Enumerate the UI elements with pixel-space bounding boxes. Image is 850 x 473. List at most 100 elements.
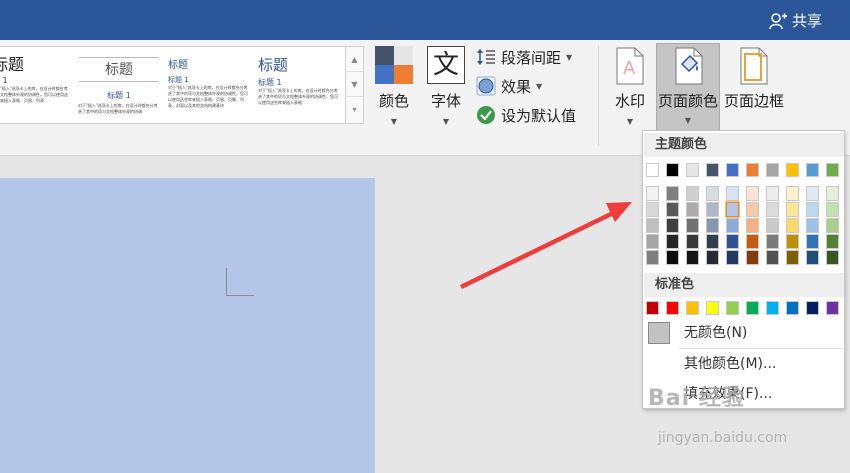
no-color-item[interactable]: 无颜色(N): [644, 319, 844, 347]
theme-tint-swatch[interactable]: [726, 202, 739, 217]
chevron-down-icon: ▼: [390, 117, 398, 126]
theme-tint-swatch[interactable]: [786, 250, 799, 265]
theme-tint-swatch[interactable]: [706, 218, 719, 233]
theme-tint-swatch[interactable]: [766, 218, 779, 233]
standard-color-swatch[interactable]: [726, 301, 739, 315]
theme-tint-swatch[interactable]: [666, 250, 679, 265]
theme-tint-swatch[interactable]: [646, 186, 659, 201]
standard-color-swatch[interactable]: [646, 301, 659, 315]
theme-tint-swatch[interactable]: [706, 186, 719, 201]
theme-tint-swatch[interactable]: [826, 234, 839, 249]
gallery-up-icon[interactable]: ▲: [346, 47, 363, 72]
theme-tint-swatch[interactable]: [746, 186, 759, 201]
theme-tint-swatch[interactable]: [666, 218, 679, 233]
style-thumb-3[interactable]: 标题 标题 1 对于"插入"选项卡上的库，在设计时都充分考虑了其中的项与文档整体…: [168, 51, 248, 121]
theme-tint-swatch[interactable]: [646, 202, 659, 217]
theme-color-swatch[interactable]: [706, 163, 719, 177]
theme-tint-swatch[interactable]: [726, 234, 739, 249]
theme-tint-swatch[interactable]: [686, 186, 699, 201]
theme-tint-swatch[interactable]: [786, 186, 799, 201]
theme-color-swatch[interactable]: [806, 163, 819, 177]
more-colors-item[interactable]: 其他颜色(M)...: [644, 350, 844, 378]
standard-color-swatch[interactable]: [706, 301, 719, 315]
theme-tint-swatch[interactable]: [806, 202, 819, 217]
standard-color-swatch[interactable]: [786, 301, 799, 315]
theme-tint-swatch[interactable]: [666, 186, 679, 201]
theme-color-swatch[interactable]: [726, 163, 739, 177]
thumb-title: 标题: [0, 55, 25, 74]
theme-color-swatch[interactable]: [826, 163, 839, 177]
thumb-body: 对于"插入"选项卡上的库，在设计时都充分考虑了其中的项与文档整体外观的协调性。您…: [168, 85, 248, 108]
theme-tint-swatch[interactable]: [806, 218, 819, 233]
document-page[interactable]: [0, 178, 375, 473]
theme-tint-swatch[interactable]: [766, 250, 779, 265]
style-thumb-2[interactable]: 标题 标题 1 对于"插入"选项卡上的库，在设计时都充分考虑了其中的项与文档整体…: [78, 51, 160, 121]
theme-tint-swatch[interactable]: [706, 250, 719, 265]
theme-tint-swatch[interactable]: [786, 202, 799, 217]
theme-tint-swatch[interactable]: [746, 202, 759, 217]
theme-tint-swatch[interactable]: [806, 250, 819, 265]
standard-color-swatch[interactable]: [746, 301, 759, 315]
theme-tint-swatch[interactable]: [646, 234, 659, 249]
theme-tint-swatch[interactable]: [686, 234, 699, 249]
theme-color-swatch[interactable]: [746, 163, 759, 177]
theme-tint-swatch[interactable]: [726, 186, 739, 201]
colors-button[interactable]: 颜色 ▼: [372, 46, 416, 126]
theme-tint-swatch[interactable]: [726, 218, 739, 233]
theme-tint-swatch[interactable]: [766, 234, 779, 249]
theme-tint-swatch[interactable]: [806, 186, 819, 201]
theme-tint-swatch[interactable]: [826, 218, 839, 233]
checkmark-icon: [477, 106, 495, 124]
theme-tint-swatch[interactable]: [826, 186, 839, 201]
theme-tint-swatch[interactable]: [726, 250, 739, 265]
theme-tint-swatch[interactable]: [786, 234, 799, 249]
page-borders-button[interactable]: 页面边框: [722, 46, 786, 111]
theme-tint-swatch[interactable]: [666, 234, 679, 249]
theme-tint-swatch[interactable]: [826, 202, 839, 217]
standard-color-swatch[interactable]: [806, 301, 819, 315]
page-color-button[interactable]: 页面颜色 ▼: [656, 43, 720, 131]
standard-color-swatch[interactable]: [666, 301, 679, 315]
style-set-gallery[interactable]: 标题 题 1 对于"插入"选项卡上的库，在设计时都应考虑与文档整体外观的协调性。…: [0, 46, 364, 124]
theme-tint-swatch[interactable]: [686, 202, 699, 217]
theme-tint-swatch[interactable]: [806, 234, 819, 249]
style-thumb-4[interactable]: 标题 标题 1 对于"插入"选项卡上的库，在设计时都充分考虑了其中的项与文档整体…: [258, 51, 340, 121]
theme-tint-swatch[interactable]: [646, 250, 659, 265]
paragraph-spacing-label: 段落间距: [501, 48, 562, 67]
page-color-dropdown: 主题颜色 标准色 无颜色(N) 其他颜色(M)... 填充效果(F)...: [642, 130, 845, 409]
theme-tint-swatch[interactable]: [826, 250, 839, 265]
theme-tint-swatch[interactable]: [666, 202, 679, 217]
style-thumb-1[interactable]: 标题 题 1 对于"插入"选项卡上的库，在设计时都应考虑与文档整体外观的协调性。…: [0, 51, 68, 121]
theme-color-swatch[interactable]: [766, 163, 779, 177]
thumb-heading: 标题 1: [168, 76, 189, 84]
paragraph-spacing-button[interactable]: 段落间距 ▼: [476, 46, 572, 68]
standard-color-swatch[interactable]: [826, 301, 839, 315]
gallery-more-icon[interactable]: ▾: [346, 97, 363, 122]
chevron-down-icon: ▼: [566, 52, 573, 62]
theme-tint-swatch[interactable]: [746, 234, 759, 249]
set-as-default-button[interactable]: 设为默认值: [476, 104, 576, 126]
thumb-title: 标题: [105, 62, 133, 78]
theme-color-swatch[interactable]: [686, 163, 699, 177]
fonts-button[interactable]: 文 字体 ▼: [424, 46, 468, 126]
theme-color-swatch[interactable]: [646, 163, 659, 177]
theme-tint-swatch[interactable]: [746, 250, 759, 265]
theme-color-swatch[interactable]: [786, 163, 799, 177]
theme-tint-swatch[interactable]: [686, 250, 699, 265]
theme-tint-swatch[interactable]: [646, 218, 659, 233]
theme-tint-swatch[interactable]: [766, 202, 779, 217]
theme-tint-swatch[interactable]: [786, 218, 799, 233]
gallery-down-icon[interactable]: ▼: [346, 72, 363, 97]
standard-color-swatch[interactable]: [766, 301, 779, 315]
theme-tint-swatch[interactable]: [686, 218, 699, 233]
watermark-button[interactable]: A 水印 ▼: [608, 46, 652, 126]
thumb-rule: [79, 81, 159, 82]
theme-tint-swatch[interactable]: [706, 234, 719, 249]
standard-color-swatch[interactable]: [686, 301, 699, 315]
theme-color-swatch[interactable]: [666, 163, 679, 177]
theme-tint-swatch[interactable]: [746, 218, 759, 233]
effects-button[interactable]: 效果 ▼: [476, 75, 542, 97]
share-button[interactable]: 共享: [769, 10, 822, 31]
theme-tint-swatch[interactable]: [766, 186, 779, 201]
theme-tint-swatch[interactable]: [706, 202, 719, 217]
